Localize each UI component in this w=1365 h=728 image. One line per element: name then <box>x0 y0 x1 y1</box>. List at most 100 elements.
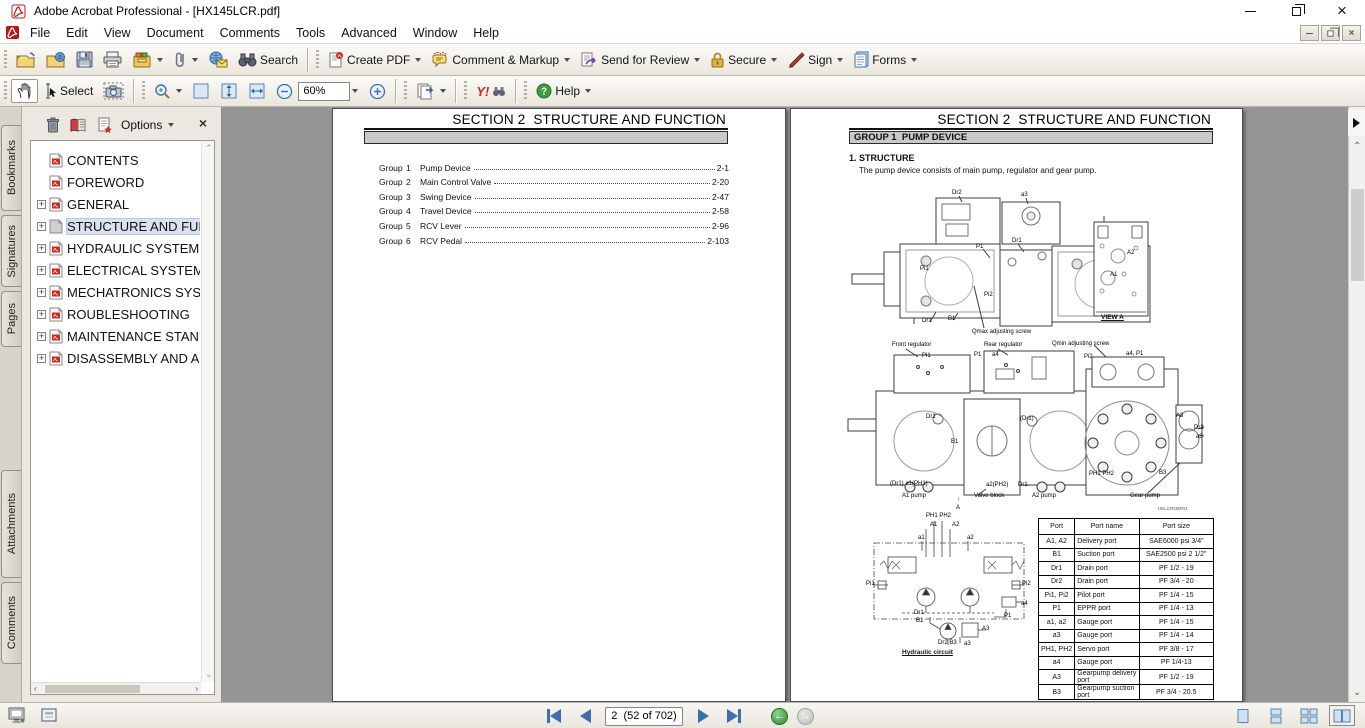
tab-attachments[interactable]: Attachments <box>1 470 21 578</box>
continuous-facing-layout-button[interactable] <box>1296 705 1322 726</box>
next-page-button[interactable] <box>692 706 714 726</box>
toolbar-grip[interactable] <box>404 81 407 101</box>
scroll-right-icon[interactable]: › <box>195 684 198 693</box>
panel-close-button[interactable]: × <box>199 113 207 133</box>
menu-item[interactable]: Window <box>405 22 465 44</box>
scroll-down-icon[interactable]: ⌄ <box>205 669 213 680</box>
email-button[interactable] <box>203 48 233 71</box>
bookmark-item[interactable]: + MAINTENANCE STAND <box>33 325 200 347</box>
send-for-review-button[interactable]: Send for Review <box>575 48 705 71</box>
open-web-page-button[interactable] <box>41 48 71 71</box>
comment-markup-button[interactable]: Comment & Markup <box>426 48 575 71</box>
doc-close-button[interactable]: × <box>1342 25 1361 41</box>
close-button[interactable]: × <box>1319 0 1365 22</box>
page-display-button[interactable] <box>411 79 451 103</box>
hand-tool-button[interactable] <box>11 79 38 103</box>
doc-minimize-button[interactable] <box>1300 25 1319 41</box>
zoom-level-input[interactable] <box>298 82 350 101</box>
expand-plus-icon[interactable]: + <box>37 310 46 319</box>
doc-restore-button[interactable] <box>1321 25 1340 41</box>
bookmark-item[interactable]: + STRUCTURE AND FUN <box>33 215 200 237</box>
expand-plus-icon[interactable]: + <box>37 332 46 341</box>
menu-item[interactable]: Document <box>139 22 212 44</box>
toolbar-grip[interactable] <box>4 81 7 101</box>
expand-plus-icon[interactable]: + <box>37 354 46 363</box>
zoom-tool-button[interactable] <box>149 80 187 103</box>
continuous-layout-button[interactable] <box>1263 705 1289 726</box>
delete-bookmark-icon[interactable] <box>46 117 60 133</box>
save-button[interactable] <box>71 48 98 71</box>
scroll-down-icon[interactable]: ⌄ <box>1353 687 1361 698</box>
zoom-out-button[interactable] <box>271 80 298 103</box>
zoom-dropdown-arrow-icon[interactable] <box>352 89 358 93</box>
secure-button[interactable]: Secure <box>705 48 782 71</box>
toolbar-grip[interactable] <box>4 50 7 70</box>
bookmark-item[interactable]: + GENERAL <box>33 193 200 215</box>
menu-item[interactable]: Comments <box>212 22 288 44</box>
expand-plus-icon[interactable]: + <box>37 222 46 231</box>
bookmark-item[interactable]: + ELECTRICAL SYSTEM <box>33 259 200 281</box>
organizer-button[interactable] <box>127 48 168 71</box>
scrollbar-thumb[interactable] <box>45 685 140 693</box>
open-button[interactable] <box>11 48 41 71</box>
first-page-button[interactable] <box>543 706 565 726</box>
help-button[interactable]: ?Help <box>531 80 596 102</box>
bookmark-item[interactable]: + MECHATRONICS SYS <box>33 281 200 303</box>
tab-comments[interactable]: Comments <box>1 582 21 664</box>
options-menu-button[interactable]: Options <box>121 118 174 132</box>
document-vertical-scrollbar[interactable]: ⌃ ⌄ <box>1348 107 1365 702</box>
bookmark-item[interactable]: + ROUBLESHOOTING <box>33 303 200 325</box>
snapshot-tool-button[interactable] <box>98 79 129 103</box>
toolbar-grip[interactable] <box>316 50 319 70</box>
menu-item[interactable]: Edit <box>58 22 96 44</box>
sign-button[interactable]: Sign <box>782 48 848 71</box>
expand-plus-icon[interactable]: + <box>37 288 46 297</box>
expand-current-bookmark-icon[interactable] <box>69 118 87 133</box>
menu-item[interactable]: Tools <box>288 22 333 44</box>
menu-item[interactable]: File <box>22 22 58 44</box>
bookmark-item[interactable]: + HYDRAULIC SYSTEM <box>33 237 200 259</box>
tab-bookmarks[interactable]: Bookmarks <box>1 125 21 211</box>
toolbar-grip[interactable] <box>524 81 527 101</box>
panel-expander-button[interactable] <box>1348 110 1365 136</box>
last-page-button[interactable] <box>723 706 745 726</box>
attach-button[interactable] <box>168 48 203 71</box>
scroll-left-icon[interactable]: ‹ <box>34 684 37 693</box>
scroll-up-icon[interactable]: ⌃ <box>205 143 213 154</box>
expand-plus-icon[interactable]: + <box>37 200 46 209</box>
zoom-in-button[interactable] <box>364 80 391 103</box>
bookmarks-vertical-scrollbar[interactable]: ⌃ ⌄ <box>201 141 214 682</box>
restore-button[interactable] <box>1273 0 1319 22</box>
new-bookmark-icon[interactable] <box>96 117 112 133</box>
menu-item[interactable]: Help <box>465 22 507 44</box>
toolbar-grip[interactable] <box>142 81 145 101</box>
bookmark-item[interactable]: + CONTENTS <box>33 149 200 171</box>
page-size-icon[interactable] <box>40 707 58 724</box>
yahoo-search-button[interactable]: Y! <box>471 81 511 102</box>
reading-mode-icon[interactable] <box>8 707 26 724</box>
create-pdf-button[interactable]: Create PDF <box>323 48 426 71</box>
bookmark-item[interactable]: + DISASSEMBLY AND A <box>33 347 200 369</box>
bookmark-item[interactable]: + FOREWORD <box>33 171 200 193</box>
menu-item[interactable]: Advanced <box>333 22 405 44</box>
fit-page-button[interactable] <box>215 79 243 103</box>
expand-plus-icon[interactable]: + <box>37 266 46 275</box>
fit-width-button[interactable] <box>243 79 271 103</box>
scroll-up-icon[interactable]: ⌃ <box>1353 141 1361 152</box>
tab-signatures[interactable]: Signatures <box>1 215 21 287</box>
minimize-button[interactable] <box>1227 0 1273 22</box>
search-button[interactable]: Search <box>233 49 303 70</box>
select-tool-button[interactable]: Select <box>38 80 98 102</box>
previous-view-button[interactable]: ← <box>771 708 788 725</box>
previous-page-button[interactable] <box>574 706 596 726</box>
bookmarks-horizontal-scrollbar[interactable]: ‹ › <box>31 682 201 694</box>
print-button[interactable] <box>98 48 127 71</box>
next-view-button[interactable]: → <box>797 708 814 725</box>
single-page-layout-button[interactable] <box>1230 705 1256 726</box>
page-number-input[interactable] <box>605 707 683 726</box>
facing-layout-button[interactable] <box>1329 705 1355 726</box>
expand-plus-icon[interactable]: + <box>37 244 46 253</box>
forms-button[interactable]: Forms <box>848 48 922 71</box>
scrollbar-thumb[interactable] <box>1351 189 1364 281</box>
actual-size-button[interactable] <box>187 79 215 103</box>
